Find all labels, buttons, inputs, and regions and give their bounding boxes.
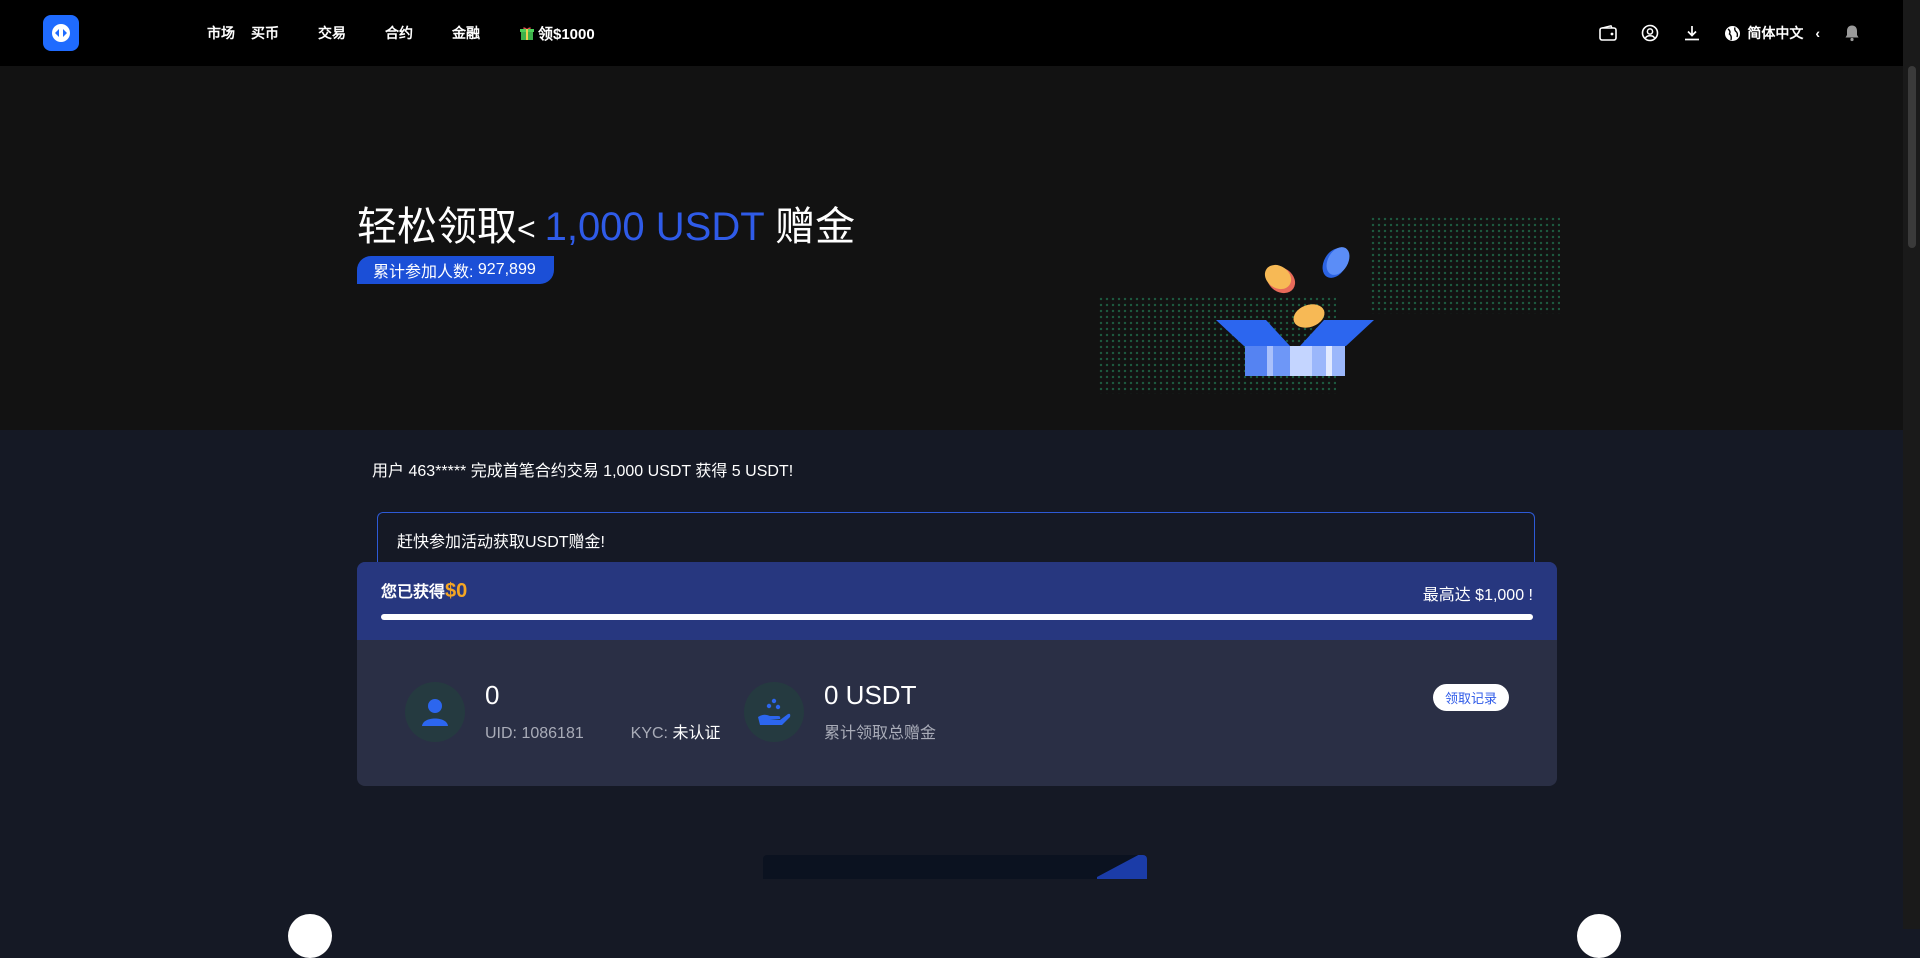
nav-buy-crypto[interactable]: 买币 (251, 23, 279, 43)
hand-coins-icon (744, 682, 804, 742)
hero-banner: 轻松领取< 1,000 USDT 赠金 累计参加人数: 927,899 (0, 66, 1903, 430)
user-stat: 0 UID: 1086181 KYC: 未认证 (405, 680, 721, 743)
participants-badge: 累计参加人数: 927,899 (357, 256, 554, 284)
user-uid: UID: 1086181 (485, 725, 584, 742)
page-scrollbar[interactable] (1903, 0, 1920, 929)
activity-ticker: 用户 463***** 完成首笔合约交易 1,000 USDT 获得 5 USD… (372, 463, 794, 480)
user-account-icon[interactable] (1640, 23, 1660, 43)
user-avatar-icon (405, 682, 465, 742)
reward-card: 您已获得$0 最高达 $1,000 ! 0 UID: 1086181 KYC: … (357, 562, 1557, 786)
campaign-notice-text: 赶快参加活动获取USDT赠金! (397, 534, 606, 551)
hero-title: 轻松领取< 1,000 USDT 赠金 (357, 205, 856, 249)
nav-promo-label: 领$1000 (538, 25, 595, 43)
bonus-stat: 0 USDT 累计领取总赠金 (744, 680, 937, 743)
notification-bell-icon[interactable] (1842, 23, 1862, 43)
language-label: 简体中文 (1747, 25, 1804, 41)
nav-trade[interactable]: 交易 (318, 23, 346, 43)
download-icon[interactable] (1682, 23, 1702, 43)
claim-records-button[interactable]: 领取记录 (1432, 684, 1509, 711)
participants-count: 927,899 (477, 261, 536, 278)
main-nav: 市场 买币 交易 合约 金融 领$1000 (207, 0, 595, 66)
campaign-notice: 赶快参加活动获取USDT赠金! (377, 512, 1535, 566)
globe-icon (1725, 25, 1741, 41)
promo-banner-preview (763, 855, 1147, 879)
reward-progress-bar (381, 614, 1533, 620)
earned-amount: $0 (445, 580, 468, 602)
carousel-prev-button[interactable] (288, 914, 332, 958)
gift-icon (520, 26, 534, 40)
top-navigation-bar: 市场 买币 交易 合约 金融 领$1000 简体中文 ‹ (0, 0, 1920, 66)
max-reward-label: 最高达 $1,000 ! (1422, 587, 1533, 604)
language-selector[interactable]: 简体中文 ‹ (1724, 23, 1820, 43)
nav-finance[interactable]: 金融 (452, 23, 480, 43)
carousel-next-button[interactable] (1577, 914, 1621, 958)
wallet-icon[interactable] (1598, 23, 1618, 43)
user-count: 0 (485, 680, 500, 710)
earned-label: 您已获得$0 (381, 580, 468, 602)
logo-icon (52, 24, 70, 42)
nav-futures[interactable]: 合约 (385, 23, 413, 43)
reward-progress-section: 您已获得$0 最高达 $1,000 ! (357, 562, 1557, 640)
scrollbar-thumb[interactable] (1908, 66, 1916, 248)
kyc-status: 未认证 (672, 725, 721, 742)
brand-logo[interactable] (43, 15, 79, 51)
total-bonus-label: 累计领取总赠金 (824, 725, 937, 742)
total-bonus-amount: 0 USDT (824, 680, 917, 710)
nav-promo-link[interactable]: 领$1000 (520, 23, 595, 44)
nav-market[interactable]: 市场 (207, 23, 235, 43)
kyc-label: KYC: (630, 725, 673, 742)
gift-box-illustration (1216, 247, 1374, 376)
hero-title-amount: 1,000 USDT (544, 205, 764, 249)
header-actions: 简体中文 ‹ (1598, 0, 1862, 66)
chevron-left-icon: ‹ (1815, 25, 1820, 41)
